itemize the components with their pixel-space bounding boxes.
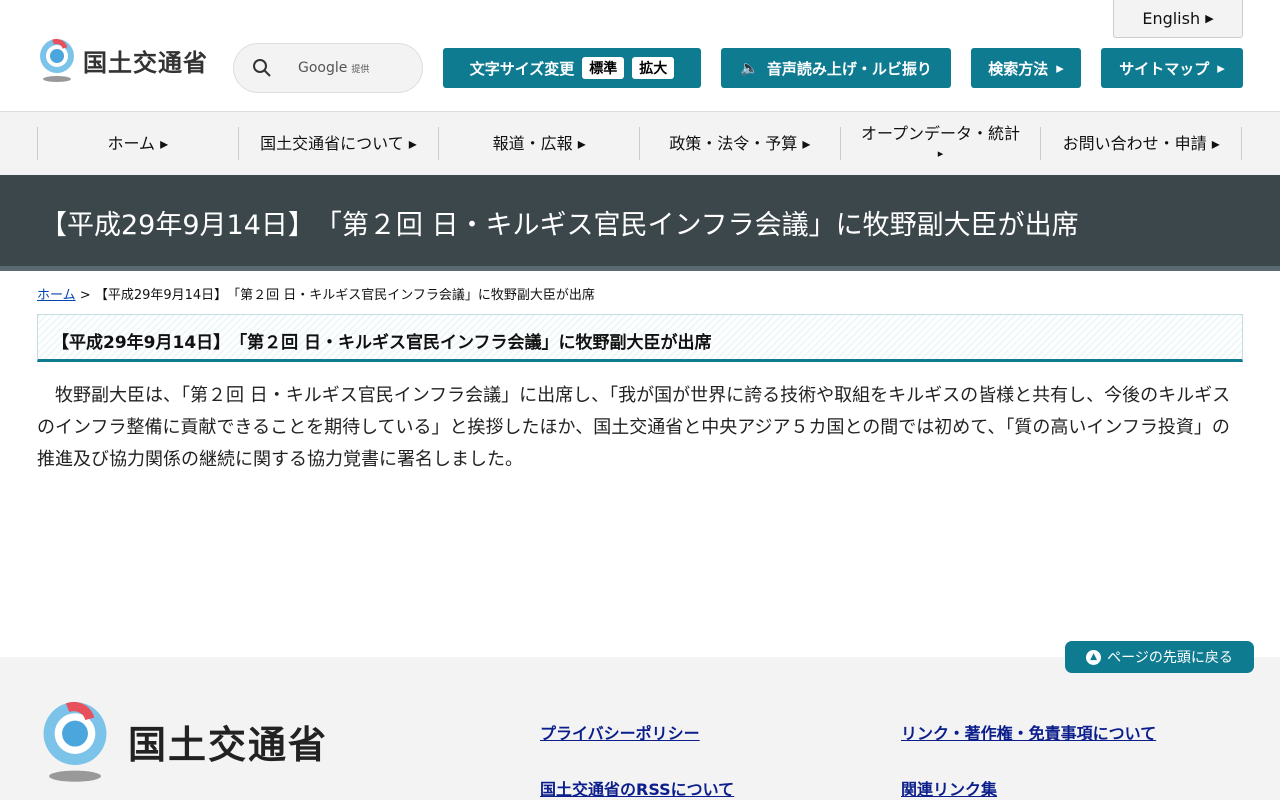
footer-logo[interactable]: 国土交通省 [38, 698, 328, 784]
logo-mark-icon [43, 701, 107, 782]
global-nav: ホーム ▸ 国土交通省について ▸ 報道・広報 ▸ 政策・法令・予算 ▸ オープ… [0, 111, 1280, 175]
sitemap-button[interactable]: サイトマップ ▸ [1101, 48, 1243, 88]
page-title: 【平成29年9月14日】 「第２回 日・キルギス官民インフラ会議」に牧野副大臣が… [0, 175, 1280, 271]
nav-about[interactable]: 国土交通省について ▸ [237, 127, 439, 160]
privacy-policy-link[interactable]: プライバシーポリシー [540, 720, 700, 744]
search-box[interactable]: Google 提供 [233, 43, 423, 93]
font-standard-button[interactable]: 標準 [582, 57, 625, 79]
english-button[interactable]: English ▶ [1113, 0, 1243, 38]
speaker-icon: 🔈 [740, 59, 759, 77]
back-to-top-label: ページの先頭に戻る [1107, 650, 1233, 666]
logo-mark-icon [40, 38, 74, 82]
breadcrumb-home[interactable]: ホーム [37, 288, 76, 303]
font-large-button[interactable]: 拡大 [632, 57, 675, 79]
arrow-right-icon: ▶ [1205, 12, 1214, 25]
copyright-link[interactable]: リンク・著作権・免責事項について [901, 720, 1156, 744]
footer-logo-text: 国土交通省 [128, 722, 329, 767]
font-size-label: 文字サイズ変更 [469, 59, 575, 78]
ministry-logo[interactable]: 国土交通省 [37, 38, 208, 82]
nav-press[interactable]: 報道・広報 ▸ [438, 127, 639, 160]
article-heading: 【平成29年9月14日】 「第２回 日・キルギス官民インフラ会議」に牧野副大臣が… [37, 314, 1243, 362]
breadcrumb-separator: > [79, 288, 91, 303]
search-method-button[interactable]: 検索方法 ▸ [971, 48, 1081, 88]
arrow-right-icon: ▸ [1217, 59, 1225, 77]
sitemap-label: サイトマップ [1119, 59, 1210, 78]
rss-link[interactable]: 国土交通省のRSSについて [540, 776, 734, 800]
article-body: 牧野副大臣は、「第２回 日・キルギス官民インフラ会議」に出席し、「我が国が世界に… [37, 385, 1231, 470]
speech-label: 音声読み上げ・ルビ振り [766, 59, 932, 78]
font-size-control: 文字サイズ変更 標準 拡大 [443, 48, 701, 88]
english-label: English [1142, 9, 1201, 28]
nav-contact[interactable]: お問い合わせ・申請 ▸ [1040, 127, 1243, 160]
back-to-top-button[interactable]: ▲ ページの先頭に戻る [1065, 641, 1254, 673]
logo-text: 国土交通省 [83, 48, 208, 77]
speech-button[interactable]: 🔈 音声読み上げ・ルビ振り [721, 48, 951, 88]
nav-home[interactable]: ホーム ▸ [37, 127, 238, 160]
arrow-right-icon: ▸ [1056, 59, 1064, 77]
search-provider: Google 提供 [298, 60, 370, 76]
related-links-link[interactable]: 関連リンク集 [901, 776, 997, 800]
nav-opendata[interactable]: オープンデータ・統計 ▸ [839, 124, 1041, 160]
arrow-up-icon: ▲ [1086, 649, 1102, 665]
breadcrumb-current: 【平成29年9月14日】 「第２回 日・キルギス官民インフラ会議」に牧野副大臣が… [94, 288, 595, 303]
search-icon [253, 59, 271, 77]
search-method-label: 検索方法 [988, 59, 1049, 78]
nav-policy[interactable]: 政策・法令・予算 ▸ [639, 127, 840, 160]
breadcrumb: ホーム > 【平成29年9月14日】 「第２回 日・キルギス官民インフラ会議」に… [37, 284, 595, 303]
